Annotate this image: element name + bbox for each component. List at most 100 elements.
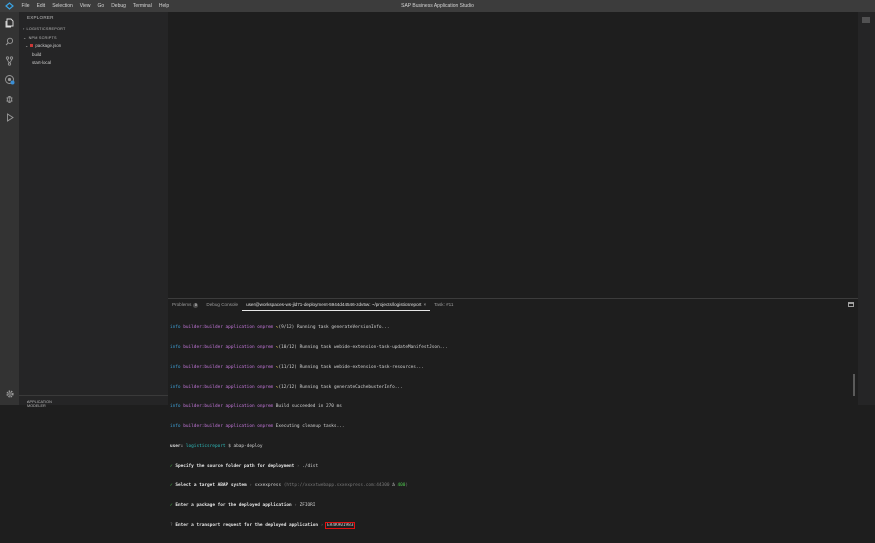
info-prefix: info <box>170 364 181 370</box>
menu-view[interactable]: View <box>76 0 94 12</box>
menu-selection[interactable]: Selection <box>49 0 77 12</box>
question-line: ✓ Select a target ABAP system › sxxexpre… <box>170 483 850 490</box>
terminal-scrollbar[interactable] <box>853 374 855 396</box>
tab-terminal[interactable]: user@workspaces-ws-jld71-deployment-5944… <box>242 300 431 311</box>
prompt-line: user: logisticsreport $ abap-deploy <box>170 444 850 451</box>
tab-problems-label: Problems <box>172 302 192 307</box>
question-label: Specify the source folder path for deplo… <box>175 463 295 469</box>
tab-task-label: Task: #11 <box>434 302 454 307</box>
chevron-down-icon: ⌄ <box>23 35 27 40</box>
question-line: ? Enter a transport request for the depl… <box>170 522 850 530</box>
explorer-header: EXPLORER <box>27 15 54 20</box>
system-url: (http://xxxxtwebapp.sxxexpress.com:44300 <box>283 483 390 489</box>
info-prefix: info <box>170 384 181 390</box>
info-prefix: info <box>170 424 181 430</box>
app-logo-icon <box>0 0 18 12</box>
builder-label: builder:builder application onprem <box>183 344 274 350</box>
question-mark-icon: ? <box>170 523 173 528</box>
question-value: sxxexpress <box>254 483 282 489</box>
question-value: ./dist <box>302 463 319 469</box>
application-modeler-text: APPLICATION MODELER <box>27 400 52 408</box>
line-text: Running task webide-extension-task-updat… <box>299 344 448 350</box>
script-start-local-label: start-local <box>32 60 52 65</box>
project-section-label: LOGISTICSREPORT <box>26 26 66 31</box>
script-build-label: build <box>32 52 42 57</box>
separator: › <box>320 523 324 528</box>
builder-label: builder:builder application onprem <box>183 404 274 410</box>
npm-icon <box>30 44 34 47</box>
maximize-panel-icon[interactable] <box>848 302 854 307</box>
application-modeler-section[interactable]: › APPLICATION MODELER <box>19 395 168 408</box>
source-control-icon[interactable] <box>3 54 16 67</box>
separator: › <box>294 503 297 509</box>
problems-count-badge: 0 <box>193 302 199 308</box>
terminal-line: info builder:builder application onprem … <box>170 404 850 411</box>
info-prefix: info <box>170 325 181 331</box>
check-icon: ✓ <box>170 483 173 489</box>
tab-debug-console[interactable]: Debug Console <box>202 299 242 311</box>
menu-help[interactable]: Help <box>155 0 172 12</box>
menu-edit[interactable]: Edit <box>33 0 49 12</box>
system-client: 400 <box>397 483 406 489</box>
line-text: Build succeeded in 270 ms <box>275 404 342 410</box>
explorer-icon[interactable] <box>3 16 16 29</box>
project-section[interactable]: › LOGISTICSREPORT <box>23 26 66 31</box>
package-json-label: package.json <box>35 43 62 48</box>
prompt-command: $ abap-deploy <box>228 443 263 449</box>
check-icon: ✓ <box>170 463 173 469</box>
script-build[interactable]: build <box>32 52 41 57</box>
cloud-icon[interactable] <box>3 73 16 86</box>
separator: › <box>296 463 300 469</box>
prompt-user: user: <box>170 443 184 449</box>
terminal-line: info builder:builder application onprem … <box>170 345 850 352</box>
bottom-panel: Problems 0 Debug Console user@workspaces… <box>168 298 858 529</box>
prompt-path: logisticsreport <box>185 443 226 449</box>
question-label: Select a target ABAP system <box>175 483 247 489</box>
menu-bar: File Edit Selection View Go Debug Termin… <box>0 0 875 12</box>
tab-problems[interactable]: Problems 0 <box>168 299 202 311</box>
step-label: (9/12) <box>278 325 295 331</box>
check-icon: ✓ <box>170 503 173 509</box>
question-line: ✓ Enter a package for the deployed appli… <box>170 503 850 510</box>
line-text: Running task webide-extension-task-resou… <box>299 364 424 370</box>
terminal-line: info builder:builder application onprem … <box>170 365 850 372</box>
chevron-down-icon: ⌄ <box>25 43 29 48</box>
terminal-output[interactable]: info builder:builder application onprem … <box>170 312 850 543</box>
activity-bar <box>0 12 19 405</box>
menu-debug[interactable]: Debug <box>108 0 130 12</box>
terminal-line: info builder:builder application onprem … <box>170 424 850 431</box>
explorer-sidebar: EXPLORER › LOGISTICSREPORT ⌄ NPM SCRIPTS… <box>19 12 168 408</box>
menu-terminal[interactable]: Terminal <box>129 0 155 12</box>
transport-request-input[interactable]: ER4K901983 <box>325 522 356 529</box>
step-label: (10/12) <box>278 344 297 350</box>
menu-file[interactable]: File <box>18 0 33 12</box>
right-sidebar <box>858 12 875 405</box>
panel-tabs: Problems 0 Debug Console user@workspaces… <box>168 299 858 311</box>
builder-label: builder:builder application onprem <box>183 325 274 331</box>
script-start-local[interactable]: start-local <box>32 60 51 65</box>
line-text: Running task generateCachebusterInfo... <box>299 384 403 390</box>
step-label: (12/12) <box>278 384 297 390</box>
step-label: (11/12) <box>278 364 297 370</box>
npm-scripts-section[interactable]: ⌄ NPM SCRIPTS <box>23 35 57 40</box>
package-json-item[interactable]: ⌄ package.json <box>25 43 61 48</box>
settings-icon[interactable] <box>3 387 16 400</box>
editor-area <box>168 12 858 298</box>
run-icon[interactable] <box>3 111 16 124</box>
line-text: Running task generateVersionInfo... <box>296 325 390 331</box>
builder-label: builder:builder application onprem <box>183 384 274 390</box>
tab-terminal-label: user@workspaces-ws-jld71-deployment-5944… <box>246 301 422 307</box>
separator: › <box>249 483 252 489</box>
separator: á <box>392 483 395 489</box>
separator: ) <box>405 483 409 489</box>
outline-icon[interactable] <box>862 17 870 24</box>
debug-icon[interactable] <box>3 92 16 105</box>
question-label: Enter a package for the deployed applica… <box>175 503 292 509</box>
search-icon[interactable] <box>3 35 16 48</box>
close-icon[interactable]: × <box>423 300 426 310</box>
tab-task[interactable]: Task: #11 <box>430 299 457 311</box>
terminal-line: info builder:builder application onprem … <box>170 325 850 332</box>
tab-debug-console-label: Debug Console <box>206 302 239 307</box>
chevron-right-icon: › <box>23 26 25 31</box>
menu-go[interactable]: Go <box>94 0 108 12</box>
